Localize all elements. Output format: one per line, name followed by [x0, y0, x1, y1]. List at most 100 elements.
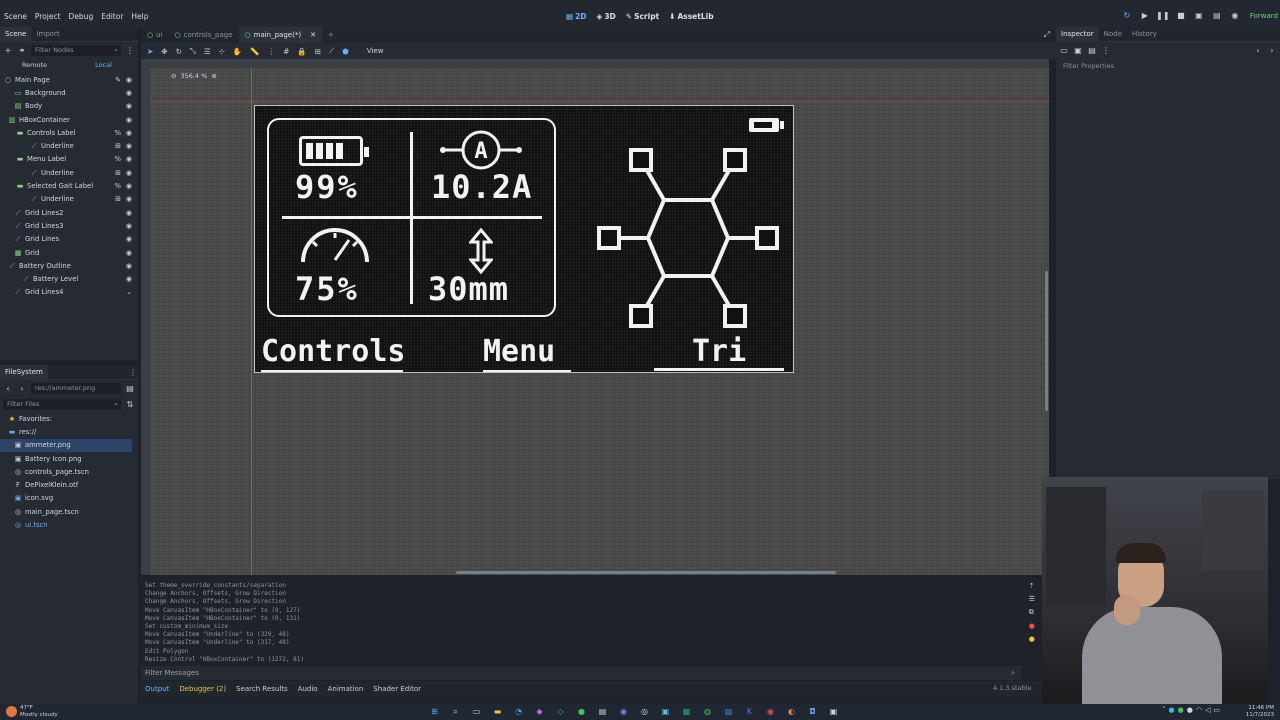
tree-node-main-page[interactable]: ○ Main Page ✎ ◉	[0, 73, 138, 86]
warning-filter-icon[interactable]: ●	[1029, 635, 1035, 643]
pause-icon[interactable]: ❚❚	[1156, 9, 1170, 23]
anchor-icon[interactable]: %	[114, 129, 121, 137]
tab-shader-editor[interactable]: Shader Editor	[373, 685, 421, 693]
visibility-icon[interactable]: ◉	[126, 129, 132, 137]
tab-audio[interactable]: Audio	[298, 685, 318, 693]
horizontal-scrollbar[interactable]	[456, 571, 836, 574]
scale-mode-icon[interactable]: ⤡	[190, 46, 196, 56]
paint-icon[interactable]: ◐	[786, 706, 797, 717]
tree-node-grid[interactable]: ▦ Grid ◉	[0, 246, 138, 259]
tree-node-selected-gait-label[interactable]: ▬ Selected Gait Label% ◉	[0, 179, 138, 192]
error-filter-icon[interactable]: ●	[1029, 622, 1035, 630]
battery-icon[interactable]: ▭	[1213, 706, 1220, 714]
list-icon[interactable]: ☰	[1029, 595, 1035, 603]
kicad-icon[interactable]: K	[744, 706, 755, 717]
path-field[interactable]: res://ammeter.png	[31, 382, 121, 394]
view-menu-button[interactable]: View	[367, 47, 384, 55]
scroll-top-icon[interactable]: ⇡	[1029, 582, 1035, 590]
filter-messages-input[interactable]: Filter Messages ⌕	[141, 666, 1021, 680]
nav-menu-label[interactable]: Menu	[483, 334, 555, 369]
chrome-icon[interactable]: ◉	[765, 706, 776, 717]
rotate-mode-icon[interactable]: ↻	[176, 47, 182, 56]
workspace-3d-button[interactable]: ◈ 3D	[597, 12, 616, 21]
split-view-icon[interactable]: ▤	[125, 384, 135, 393]
group-icon[interactable]: ⊞	[115, 195, 121, 203]
file-ammeter-png[interactable]: ▣ ammeter.png	[0, 438, 132, 452]
zoom-out-icon[interactable]: ⊖	[171, 72, 176, 80]
visibility-icon[interactable]: ◉	[126, 182, 132, 190]
godot-icon[interactable]: ◘	[807, 706, 818, 717]
menu-project[interactable]: Project	[31, 12, 65, 21]
tree-node-background[interactable]: ▭ Background ◉	[0, 86, 138, 99]
save-resource-icon[interactable]: ▤	[1087, 46, 1097, 55]
weather-icon[interactable]	[6, 706, 17, 717]
visibility-icon[interactable]: ◉	[126, 89, 132, 97]
smart-snap-icon[interactable]: ⋮	[268, 47, 276, 56]
file-controls-page-tscn[interactable]: ◎ controls_page.tscn	[0, 465, 138, 478]
history-forward-icon[interactable]: ›	[1267, 46, 1277, 55]
stop-icon[interactable]: ■	[1174, 9, 1188, 23]
scene-tab-main-page[interactable]: ○ main_page(*) ✕	[238, 27, 322, 43]
filter-properties-input[interactable]: Filter Properties	[1059, 61, 1277, 72]
visual-studio-icon[interactable]: ◆	[534, 706, 545, 717]
volume-icon[interactable]: ◁	[1205, 706, 1210, 714]
tree-node-underline[interactable]: ⟋ Underline ⊞ ◉	[0, 193, 138, 206]
visibility-icon[interactable]: ◉	[126, 102, 132, 110]
forward-arrow-icon[interactable]: ›	[17, 384, 27, 393]
tab-output[interactable]: Output	[145, 685, 169, 693]
new-resource-icon[interactable]: ▭	[1059, 46, 1069, 55]
discord-icon[interactable]: ◉	[618, 706, 629, 717]
reload-icon[interactable]: ↻	[1120, 9, 1134, 23]
edge-browser-icon[interactable]: ◔	[513, 706, 524, 717]
word-icon[interactable]: ▤	[723, 706, 734, 717]
tab-inspector[interactable]: Inspector	[1056, 26, 1099, 42]
app-icon[interactable]: ▣	[828, 706, 839, 717]
ruler-icon[interactable]: 📏	[250, 47, 259, 56]
tab-debugger[interactable]: Debugger (2)	[179, 685, 226, 693]
workspace-2d-button[interactable]: ▦ 2D	[566, 12, 587, 21]
script-attached-icon[interactable]: ✎	[115, 76, 121, 84]
bone-icon[interactable]: ⟋	[329, 46, 334, 56]
dock-options-icon[interactable]: ⋮	[128, 368, 138, 377]
zoom-in-icon[interactable]: ⊕	[211, 72, 216, 80]
filter-files-input[interactable]: Filter Files ⌕	[3, 398, 121, 410]
favorites-row[interactable]: ★ Favorites:	[0, 412, 138, 425]
tray-app-icon[interactable]: ●	[1178, 706, 1184, 714]
spotify-icon[interactable]: ●	[576, 706, 587, 717]
visibility-icon[interactable]: ◉	[126, 169, 132, 177]
list-select-icon[interactable]: ☰	[204, 47, 211, 56]
tree-node-grid-lines3[interactable]: ⟋ Grid Lines3 ◉	[0, 219, 138, 232]
tree-node-controls-label[interactable]: ▬ Controls Label% ◉	[0, 126, 138, 139]
file-battery-icon-png[interactable]: ▣ Battery Icon.png	[0, 452, 138, 465]
group-icon[interactable]: ⊞	[115, 169, 121, 177]
ruler-left[interactable]	[141, 59, 150, 575]
task-view-icon[interactable]: ▭	[471, 706, 482, 717]
anchor-icon[interactable]: %	[114, 155, 121, 163]
file-explorer-icon[interactable]: ▬	[492, 706, 503, 717]
group-icon[interactable]: ⊞	[315, 47, 321, 56]
res-root-row[interactable]: ▬ res://	[0, 425, 138, 438]
visibility-icon[interactable]: ◉	[126, 275, 132, 283]
tab-node[interactable]: Node	[1099, 27, 1127, 42]
tree-node-underline[interactable]: ⟋ Underline ⊞ ◉	[0, 139, 138, 152]
tree-node-body[interactable]: ▤ Body ◉	[0, 100, 138, 113]
tree-node-menu-label[interactable]: ▬ Menu Label% ◉	[0, 153, 138, 166]
sort-icon[interactable]: ⇅	[125, 400, 135, 409]
workspace-script-button[interactable]: ✎ Script	[626, 12, 659, 21]
nav-gait-label[interactable]: Tri	[692, 334, 746, 369]
file-icon-svg[interactable]: ▣ icon.svg	[0, 492, 138, 505]
windows-start-icon[interactable]: ⊞	[429, 706, 440, 717]
load-resource-icon[interactable]: ▣	[1073, 46, 1083, 55]
renderer-label[interactable]: Forward	[1250, 12, 1278, 20]
visibility-icon[interactable]: ◉	[126, 235, 132, 243]
tree-node-battery-level[interactable]: ⟋ Battery Level ◉	[0, 272, 138, 285]
device-screen-preview[interactable]: 99% A 10.2A 75% 30mm Controls Menu Tri	[254, 105, 794, 373]
tab-animation[interactable]: Animation	[328, 685, 364, 693]
tree-node-battery-outline[interactable]: ⟋ Battery Outline ◉	[0, 259, 138, 272]
weather-widget[interactable]: 47°F Mostly cloudy	[20, 705, 58, 719]
link-icon[interactable]: ⚭	[17, 46, 27, 55]
tree-node-underline[interactable]: ⟋ Underline ⊞ ◉	[0, 166, 138, 179]
tab-scene[interactable]: Scene	[0, 26, 32, 42]
back-arrow-icon[interactable]: ‹	[3, 384, 13, 393]
lock-icon[interactable]: 🔒	[297, 47, 306, 56]
